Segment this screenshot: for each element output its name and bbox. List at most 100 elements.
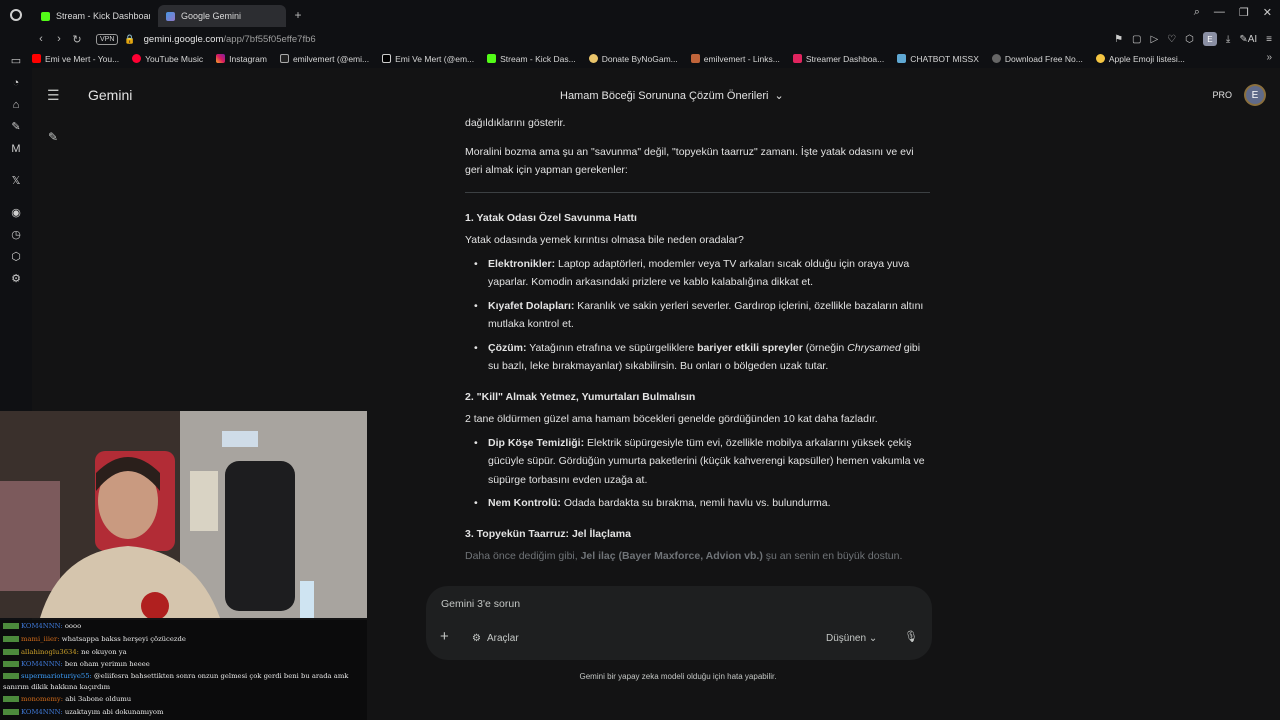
address-bar: ‹ › ↻ VPN 🔒 gemini.google.com/app/7bf55f… (0, 29, 1280, 49)
pro-badge: PRO (1212, 90, 1232, 100)
messenger-icon[interactable]: M (10, 143, 22, 155)
new-chat-icon[interactable]: ✎ (48, 130, 58, 144)
speed-dial-icon[interactable]: ▭ (10, 55, 22, 67)
add-attachment-button[interactable]: + (440, 628, 449, 645)
chat-message: KOM4NNN: ben oham yerimın heeee (3, 658, 367, 671)
chat-username: monomemy: (21, 695, 64, 704)
bookmark-item[interactable]: Stream - Kick Das... (487, 54, 576, 64)
browser-tabbar: Stream - Kick Dashboard Google Gemini + … (0, 0, 1280, 29)
chat-message: KOM4NNN: uzaktayım abi dokunamıyom (3, 706, 367, 719)
forward-icon[interactable]: › (50, 33, 68, 45)
bookmark-item[interactable]: Instagram (216, 54, 267, 64)
bookmark-item[interactable]: Emi ve Mert - You... (32, 54, 119, 64)
prompt-input[interactable]: Gemini 3'e sorun (441, 598, 520, 610)
snapshot-icon[interactable]: ▢ (1132, 34, 1141, 45)
bookmark-label: emilvemert - Links... (703, 53, 780, 64)
play-icon[interactable]: ▷ (1150, 34, 1158, 45)
bullet-label: Kıyafet Dolapları: (488, 299, 575, 312)
bookmark-item[interactable]: Donate ByNoGam... (588, 54, 678, 64)
chatbot-icon (897, 54, 907, 63)
chevron-down-icon: ⌄ (774, 90, 784, 102)
bookmark-label: Apple Emoji listesi... (1108, 53, 1185, 64)
response-paragraph: Daha önce dediğim gibi, Jel ilaç (Bayer … (465, 547, 930, 566)
bookmark-item[interactable]: Streamer Dashboa... (792, 53, 885, 64)
bullet-text: Yatağının etrafına ve süpürgeliklere (526, 341, 698, 354)
account-avatar[interactable]: E (1244, 84, 1266, 106)
vpn-badge[interactable]: VPN (96, 33, 119, 45)
restore-icon[interactable]: ❐ (1239, 6, 1249, 19)
tab-kick-dashboard[interactable]: Stream - Kick Dashboard (33, 5, 158, 27)
chat-username: supermarioturiye55: (21, 672, 92, 681)
bookmark-label: emilvemert (@emi... (292, 53, 370, 64)
x-icon[interactable]: 𝕏 (10, 175, 22, 187)
chat-badge-icon (3, 623, 19, 629)
menu-icon[interactable]: ≡ (1266, 34, 1272, 45)
bookmark-item[interactable]: emilvemert (@emi... (279, 53, 370, 64)
tools-label: Araçlar (486, 633, 519, 644)
profile-avatar[interactable]: E (1202, 32, 1217, 46)
bookmark-label: Streamer Dashboa... (805, 53, 885, 64)
conversation-title[interactable]: Hamam Böceği Sorununa Çözüm Önerileri ⌄ (560, 89, 784, 103)
webcam-overlay (0, 411, 367, 618)
extensions-icon[interactable]: ⬡ (10, 251, 22, 263)
opera-menu-icon[interactable] (5, 4, 27, 26)
paragraph-text: şu an senin en büyük dostun. (762, 550, 903, 562)
back-icon[interactable]: ‹ (32, 33, 50, 45)
settings-icon[interactable]: ⚙ (10, 273, 22, 285)
bookmark-item[interactable]: Download Free No... (991, 54, 1083, 64)
chat-username: allahinoglu3634: (21, 647, 79, 656)
lock-icon[interactable]: 🔒 (124, 34, 135, 45)
aria-ai-icon[interactable]: ✎AI (1239, 34, 1257, 45)
instagram-icon (216, 54, 226, 63)
chat-text: ben oham yerimın heeee (62, 660, 150, 669)
heart-icon[interactable]: ♡ (1167, 34, 1176, 45)
bookmark-icon[interactable]: ⚑ (1114, 34, 1123, 45)
new-tab-button[interactable]: + (290, 7, 306, 23)
history-icon[interactable]: ◷ (10, 229, 22, 241)
model-label: Düşünen (826, 633, 867, 644)
bookmarks-more-icon[interactable]: » (1266, 52, 1272, 63)
tiktok-icon (279, 54, 289, 63)
model-selector[interactable]: Düşünen ⌄ (826, 633, 877, 644)
chat-username: KOM4NNN: (21, 660, 63, 669)
close-icon[interactable]: ✕ (1263, 6, 1272, 19)
bookmark-item[interactable]: Apple Emoji listesi... (1095, 53, 1185, 64)
conversation-title-text: Hamam Böceği Sorununa Çözüm Önerileri (560, 89, 769, 102)
extensions-icon[interactable]: ⬡ (1185, 34, 1194, 45)
window-controls: ⌕ — ❐ ✕ (1194, 6, 1272, 19)
tab-google-gemini[interactable]: Google Gemini (158, 5, 286, 27)
response-paragraph: 2 tane öldürmen güzel ama hamam böcekler… (465, 413, 878, 425)
download-icon[interactable]: ⤓ (1226, 34, 1230, 45)
streamer-dashboard-icon (792, 54, 802, 63)
search-tabs-icon[interactable]: ⌕ (1194, 6, 1200, 19)
donate-icon (588, 54, 598, 63)
chat-text: uzaktayım abi dokunamıyom (62, 707, 164, 716)
bookmark-item[interactable]: Emi Ve Mert (@em... (382, 54, 474, 64)
bookmark-item[interactable]: emilvemert - Links... (690, 53, 780, 64)
chat-username: KOM4NNN: (21, 707, 63, 716)
bullet-label: Elektronikler: (488, 257, 556, 270)
notes-icon[interactable]: ✎ (10, 121, 22, 133)
workspaces-icon[interactable]: ⌂ (10, 99, 22, 111)
bookmark-label: YouTube Music (145, 53, 204, 64)
bullet-text: (örneğin (802, 341, 848, 354)
bookmark-item[interactable]: CHATBOT MISSX (897, 54, 979, 64)
aria-icon[interactable]: ◔ (10, 77, 22, 89)
youtube-music-icon (132, 54, 142, 63)
microphone-icon[interactable]: 🎙 (904, 630, 918, 643)
main-menu-icon[interactable]: ☰ (47, 88, 61, 102)
reload-icon[interactable]: ↻ (68, 33, 86, 46)
bookmark-item[interactable]: YouTube Music (132, 54, 203, 64)
tab-label: Google Gemini (181, 11, 242, 21)
section-heading: 1. Yatak Odası Özel Savunma Hattı (465, 211, 637, 224)
tools-button[interactable]: ⚙ Araçlar (472, 633, 519, 644)
brand-title: Gemini (88, 87, 133, 103)
bullet-list: Elektronikler: Laptop adaptörleri, modem… (465, 255, 930, 376)
account-letter: E (1246, 86, 1264, 104)
minimize-icon[interactable]: — (1214, 6, 1225, 19)
section-heading: 2. "Kill" Almak Yetmez, Yumurtaları Bulm… (465, 390, 696, 403)
chat-badge-icon (3, 708, 19, 715)
webcam-scene (0, 411, 367, 618)
player-icon[interactable]: ◉ (10, 207, 22, 219)
url-field[interactable]: gemini.google.com/app/7bf55f05effe7fb6 (144, 34, 316, 45)
